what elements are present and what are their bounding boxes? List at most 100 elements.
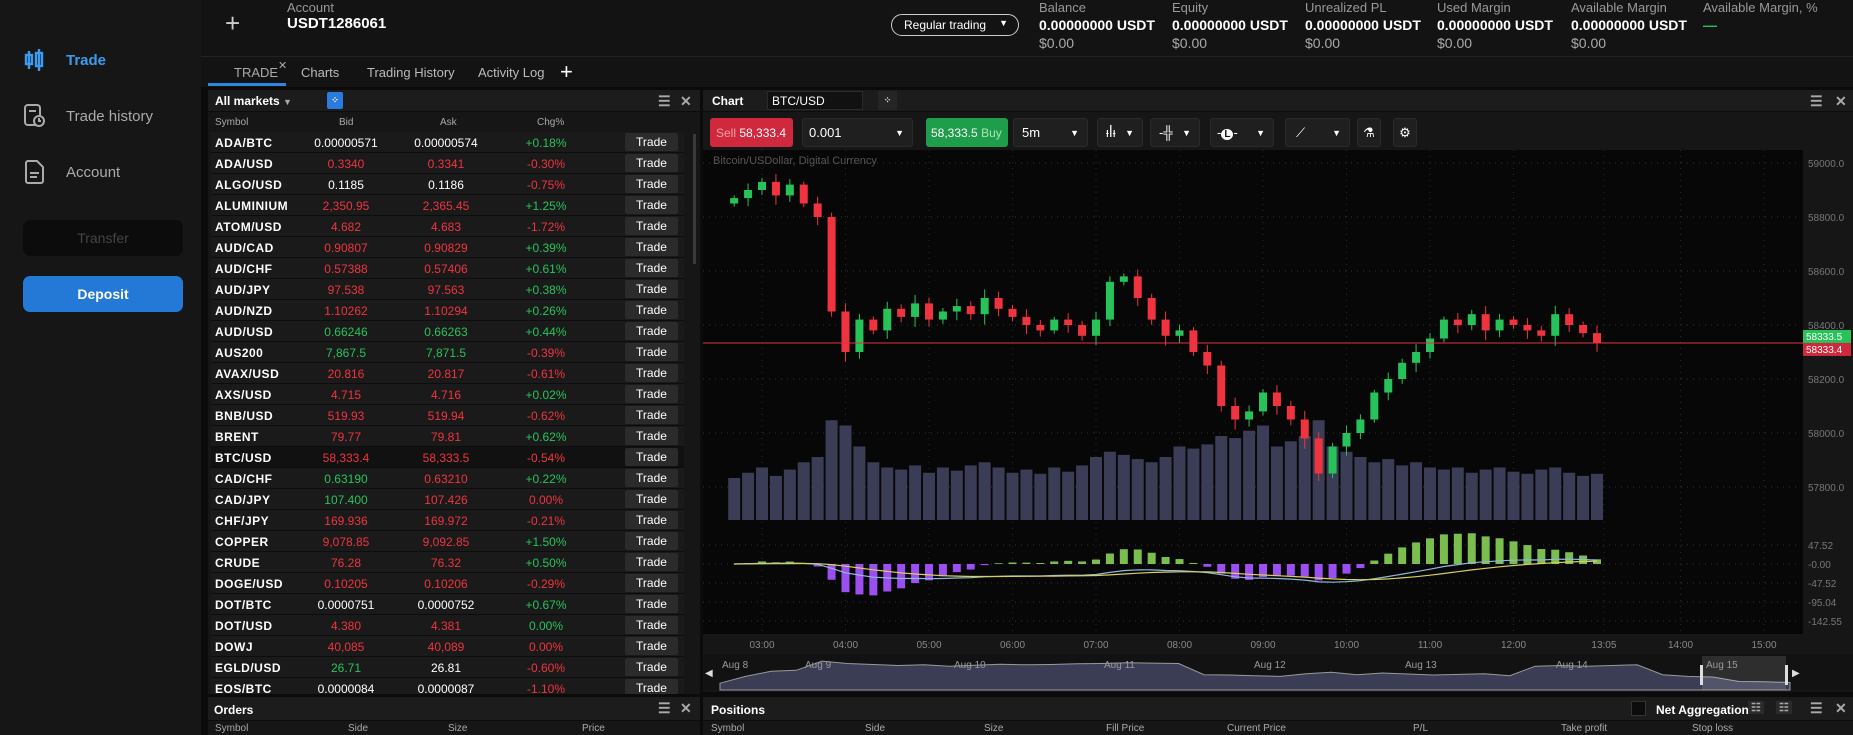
price-chart[interactable]: 59000.058800.058600.058400.058200.058000… [703, 150, 1853, 692]
market-row[interactable]: AXS/USD 4.715 4.716 +0.02% Trade [211, 384, 684, 405]
market-row[interactable]: EOS/BTC 0.0000084 0.0000087 -1.10% Trade [211, 678, 684, 694]
chart-settings-button[interactable]: ⚙ [1393, 118, 1417, 147]
trade-button[interactable]: Trade [625, 679, 678, 694]
market-row[interactable]: AUS200 7,867.5 7,871.5 -0.39% Trade [211, 342, 684, 363]
column-header-symbol[interactable]: Symbol [215, 117, 248, 128]
market-row[interactable]: COPPER 9,078.85 9,092.85 +1.50% Trade [211, 531, 684, 552]
close-icon[interactable]: ✕ [1835, 93, 1847, 110]
deposit-button[interactable]: Deposit [23, 276, 183, 312]
market-row[interactable]: BNB/USD 519.93 519.94 -0.62% Trade [211, 405, 684, 426]
market-row[interactable]: ADA/USD 0.3340 0.3341 -0.30% Trade [211, 153, 684, 174]
market-row[interactable]: CRUDE 76.28 76.32 +0.50% Trade [211, 552, 684, 573]
price-line-select[interactable]: - L - ▼ [1210, 118, 1274, 147]
market-row[interactable]: ALGO/USD 0.1185 0.1186 -0.75% Trade [211, 174, 684, 195]
market-row[interactable]: DOT/BTC 0.0000751 0.0000752 +0.67% Trade [211, 594, 684, 615]
chart-type-select[interactable]: ᵻꟾᵻ ▼ [1097, 118, 1143, 147]
trade-button[interactable]: Trade [625, 196, 678, 214]
market-row[interactable]: DOGE/USD 0.10205 0.10206 -0.29% Trade [211, 573, 684, 594]
menu-icon[interactable]: ☰ [1810, 700, 1823, 717]
trade-button[interactable]: Trade [625, 469, 678, 487]
close-icon[interactable]: ✕ [1835, 700, 1847, 717]
market-row[interactable]: BRENT 79.77 79.81 +0.62% Trade [211, 426, 684, 447]
trade-button[interactable]: Trade [625, 448, 678, 466]
market-row[interactable]: ADA/BTC 0.00000571 0.00000574 +0.18% Trade [211, 132, 684, 153]
add-tab-icon[interactable]: + [560, 59, 573, 85]
close-tab-icon[interactable]: ✕ [278, 59, 287, 72]
trade-button[interactable]: Trade [625, 322, 678, 340]
sell-button[interactable]: Sell 58,333.4 [710, 118, 793, 147]
trade-button[interactable]: Trade [625, 154, 678, 172]
transfer-button[interactable]: Transfer [23, 220, 183, 256]
trade-button[interactable]: Trade [625, 343, 678, 361]
market-row[interactable]: AVAX/USD 20.816 20.817 -0.61% Trade [211, 363, 684, 384]
bid: 169.936 [324, 514, 368, 528]
buy-button[interactable]: 58,333.5 Buy [926, 118, 1008, 147]
markets-scrollbar[interactable] [693, 134, 696, 264]
tab-trade[interactable]: TRADE ✕ [234, 60, 287, 80]
trade-button[interactable]: Trade [625, 238, 678, 256]
trade-button[interactable]: Trade [625, 490, 678, 508]
market-row[interactable]: CAD/JPY 107.400 107.426 0.00% Trade [211, 489, 684, 510]
market-row[interactable]: DOWJ 40,085 40,089 0.00% Trade [211, 636, 684, 657]
trade-button[interactable]: Trade [625, 385, 678, 403]
market-row[interactable]: AUD/NZD 1.10262 1.10294 +0.26% Trade [211, 300, 684, 321]
market-row[interactable]: DOT/USD 4.380 4.381 0.00% Trade [211, 615, 684, 636]
crosshair-select[interactable]: -╬ ▼ [1150, 118, 1200, 147]
trading-mode-dropdown[interactable]: Regular trading ▼ [891, 14, 1019, 36]
close-icon[interactable]: ✕ [680, 93, 692, 110]
market-row[interactable]: BTC/USD 58,333.4 58,333.5 -0.54% Trade [211, 447, 684, 468]
symbol-input[interactable]: BTC/USD [767, 91, 863, 110]
trade-button[interactable]: Trade [625, 658, 678, 676]
market-row[interactable]: AUD/USD 0.66246 0.66263 +0.44% Trade [211, 321, 684, 342]
trade-button[interactable]: Trade [625, 427, 678, 445]
indicators-button[interactable]: ⚗ [1357, 118, 1381, 147]
market-row[interactable]: AUD/CAD 0.90807 0.90829 +0.39% Trade [211, 237, 684, 258]
trade-button[interactable]: Trade [625, 280, 678, 298]
trade-button[interactable]: Trade [625, 301, 678, 319]
column-header-ask[interactable]: Ask [440, 117, 457, 128]
trade-button[interactable]: Trade [625, 595, 678, 613]
market-row[interactable]: AUD/JPY 97.538 97.563 +0.38% Trade [211, 279, 684, 300]
trade-button[interactable]: Trade [625, 532, 678, 550]
menu-icon[interactable]: ☰ [1810, 93, 1823, 110]
net-aggregation-checkbox[interactable] [1631, 701, 1646, 716]
trade-button[interactable]: Trade [625, 259, 678, 277]
menu-icon[interactable]: ☰ [658, 93, 671, 110]
market-row[interactable]: EGLD/USD 26.71 26.81 -0.60% Trade [211, 657, 684, 678]
drawing-tools-select[interactable]: ⟋ ▼ [1285, 118, 1350, 147]
expand-icon[interactable]: ☷ [1776, 701, 1792, 714]
trade-button[interactable]: Trade [625, 217, 678, 235]
market-row[interactable]: ALUMINIUM 2,350.95 2,365.45 +1.25% Trade [211, 195, 684, 216]
trade-button[interactable]: Trade [625, 133, 678, 151]
market-row[interactable]: AUD/CHF 0.57388 0.57406 +0.61% Trade [211, 258, 684, 279]
link-icon[interactable]: ⁘ [327, 92, 343, 109]
sidebar-item-trade[interactable]: Trade [24, 48, 106, 72]
collapse-icon[interactable]: ☷ [1748, 701, 1764, 714]
quantity-select[interactable]: 0.001 ▼ [802, 118, 913, 147]
navigator-label: Aug 8 [722, 660, 749, 671]
tab-trading-history[interactable]: Trading History [367, 65, 455, 80]
tab-activity-log[interactable]: Activity Log [478, 65, 544, 80]
markets-filter-dropdown[interactable]: All markets ▼ [215, 94, 292, 108]
trade-button[interactable]: Trade [625, 175, 678, 193]
trade-button[interactable]: Trade [625, 616, 678, 634]
sidebar-item-trade-history[interactable]: Trade history [24, 104, 153, 128]
menu-icon[interactable]: ☰ [658, 700, 671, 717]
sidebar-item-account[interactable]: Account [24, 160, 120, 184]
market-row[interactable]: CAD/CHF 0.63190 0.63210 +0.22% Trade [211, 468, 684, 489]
column-header-bid[interactable]: Bid [339, 117, 353, 128]
trade-button[interactable]: Trade [625, 574, 678, 592]
close-icon[interactable]: ✕ [680, 700, 692, 717]
market-row[interactable]: ATOM/USD 4.682 4.683 -1.72% Trade [211, 216, 684, 237]
column-header-chg[interactable]: Chg% [537, 117, 564, 128]
link-icon[interactable]: ⁘ [878, 91, 897, 110]
add-account-icon[interactable]: + [225, 8, 240, 39]
trade-button[interactable]: Trade [625, 364, 678, 382]
trade-button[interactable]: Trade [625, 553, 678, 571]
market-row[interactable]: CHF/JPY 169.936 169.972 -0.21% Trade [211, 510, 684, 531]
trade-button[interactable]: Trade [625, 637, 678, 655]
trade-button[interactable]: Trade [625, 406, 678, 424]
interval-select[interactable]: 5m ▼ [1013, 118, 1088, 147]
trade-button[interactable]: Trade [625, 511, 678, 529]
tab-charts[interactable]: Charts [301, 65, 339, 80]
